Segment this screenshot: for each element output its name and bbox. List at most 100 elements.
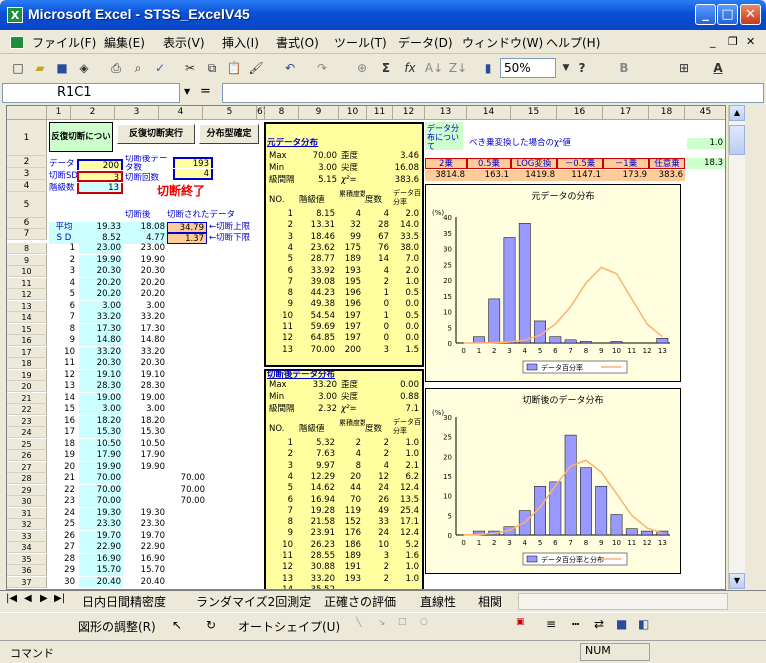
row-header[interactable]: 34 bbox=[7, 542, 47, 553]
sort-descending-icon[interactable]: Z↓ bbox=[448, 58, 468, 78]
row-header[interactable]: 32 bbox=[7, 519, 47, 530]
row-header[interactable]: 26 bbox=[7, 450, 47, 461]
vertical-scrollbar[interactable]: ▲ ▼ bbox=[728, 105, 745, 590]
menu-tools[interactable]: ツール(T) bbox=[334, 34, 387, 51]
row-header[interactable]: 18 bbox=[7, 358, 47, 369]
class-count-value[interactable]: 13 bbox=[77, 183, 123, 194]
autosum-icon[interactable]: Σ bbox=[376, 58, 396, 78]
new-icon[interactable]: □ bbox=[8, 58, 28, 78]
row-header[interactable]: 22 bbox=[7, 404, 47, 415]
save-icon[interactable]: ■ bbox=[52, 58, 72, 78]
last-sheet-icon[interactable]: ▶| bbox=[54, 593, 65, 604]
orig-dist-chart[interactable]: 元データの分布 (%) 0 5 10 15 20 25 30 35 40 0 1 2 3 4 5 6 7 8 9 10 11… bbox=[425, 184, 681, 382]
column-header-13[interactable]: 13 bbox=[425, 106, 467, 120]
copy-icon[interactable]: ⧉ bbox=[202, 58, 222, 78]
name-box[interactable]: R1C1 bbox=[2, 83, 180, 103]
raw-value[interactable]: 18.20 bbox=[79, 415, 123, 427]
tab-accuracy[interactable]: 正確さの評価 bbox=[324, 593, 396, 610]
column-header-9[interactable]: 9 bbox=[299, 106, 339, 120]
row-header[interactable]: 28 bbox=[7, 473, 47, 484]
row-header-5[interactable]: 5 bbox=[7, 192, 47, 218]
raw-value[interactable]: 3.00 bbox=[79, 404, 123, 415]
raw-value[interactable]: 16.90 bbox=[79, 553, 123, 565]
menu-data[interactable]: データ(D) bbox=[398, 34, 453, 51]
row-header[interactable]: 8 bbox=[7, 243, 47, 254]
row-header[interactable]: 25 bbox=[7, 438, 47, 450]
row-header-7[interactable]: 7 bbox=[7, 229, 47, 240]
raw-value[interactable]: 19.00 bbox=[79, 392, 123, 404]
raw-value[interactable]: 17.30 bbox=[79, 323, 123, 335]
select-all-corner[interactable] bbox=[7, 106, 47, 120]
column-header-5[interactable]: 5 bbox=[203, 106, 257, 120]
raw-value[interactable]: 70.00 bbox=[79, 496, 123, 507]
row-header-1[interactable]: 1 bbox=[7, 120, 47, 156]
row-header[interactable]: 15 bbox=[7, 323, 47, 335]
menu-view[interactable]: 表示(V) bbox=[163, 34, 205, 51]
cut-icon[interactable]: ✂ bbox=[180, 58, 200, 78]
dist-fix-button[interactable]: 分布型確定 bbox=[199, 124, 259, 144]
column-header-12[interactable]: 12 bbox=[393, 106, 425, 120]
raw-value[interactable]: 23.30 bbox=[79, 519, 123, 530]
undo-icon[interactable]: ↶ bbox=[280, 58, 300, 78]
data-count-value[interactable]: 200 bbox=[77, 159, 123, 170]
borders-icon[interactable]: ⊞ bbox=[674, 58, 694, 78]
raw-value[interactable]: 20.30 bbox=[79, 358, 123, 369]
scroll-thumb[interactable] bbox=[729, 125, 745, 155]
raw-value[interactable]: 19.70 bbox=[79, 530, 123, 542]
menu-window[interactable]: ウィンドウ(W) bbox=[462, 34, 543, 51]
raw-value[interactable]: 15.30 bbox=[79, 427, 123, 438]
row-header[interactable]: 36 bbox=[7, 565, 47, 576]
rotate-icon[interactable]: ↻ bbox=[206, 618, 216, 632]
zoom-select[interactable]: 50% bbox=[500, 58, 556, 78]
workbook-icon[interactable] bbox=[10, 36, 24, 49]
scroll-up-icon[interactable]: ▲ bbox=[729, 105, 745, 121]
minimize-button[interactable]: _ bbox=[695, 4, 716, 25]
formula-input[interactable] bbox=[222, 83, 764, 103]
column-header-15[interactable]: 15 bbox=[511, 106, 557, 120]
column-header-11[interactable]: 11 bbox=[367, 106, 393, 120]
doc-minimize-icon[interactable]: _ bbox=[710, 35, 716, 48]
column-header-678[interactable]: 678 bbox=[257, 106, 274, 120]
bold-icon[interactable]: B bbox=[614, 58, 634, 78]
horizontal-scrollbar[interactable] bbox=[518, 593, 728, 610]
doc-close-icon[interactable]: ✕ bbox=[746, 35, 755, 48]
row-header[interactable]: 12 bbox=[7, 289, 47, 300]
doc-restore-icon[interactable]: ❐ bbox=[728, 35, 738, 48]
raw-value[interactable]: 3.00 bbox=[79, 300, 123, 312]
tab-randomize[interactable]: ランダマイズ2回測定 bbox=[196, 593, 311, 610]
next-sheet-icon[interactable]: ▶ bbox=[40, 593, 48, 604]
sort-ascending-icon[interactable]: A↓ bbox=[424, 58, 444, 78]
draw-adjust-menu[interactable]: 図形の調整(R) bbox=[78, 618, 156, 635]
column-header-10[interactable]: 10 bbox=[339, 106, 367, 120]
raw-value[interactable]: 70.00 bbox=[79, 473, 123, 484]
raw-value[interactable]: 20.20 bbox=[79, 289, 123, 300]
line-icon[interactable]: ╲ bbox=[356, 618, 361, 628]
function-icon[interactable]: fx bbox=[400, 58, 420, 78]
row-header-4[interactable]: 4 bbox=[7, 180, 47, 192]
permission-icon[interactable]: ◈ bbox=[74, 58, 94, 78]
column-header-2[interactable]: 2 bbox=[71, 106, 115, 120]
oval-icon[interactable]: ○ bbox=[420, 617, 428, 627]
print-preview-icon[interactable]: ⌕ bbox=[128, 58, 148, 78]
raw-value[interactable]: 15.70 bbox=[79, 565, 123, 576]
raw-value[interactable]: 19.30 bbox=[79, 507, 123, 519]
select-arrow-icon[interactable]: ↖ bbox=[172, 618, 182, 632]
arrow-style-icon[interactable]: ⇄ bbox=[594, 617, 604, 631]
tab-correlation[interactable]: 相関 bbox=[478, 593, 502, 610]
row-header[interactable]: 35 bbox=[7, 553, 47, 565]
row-header[interactable]: 13 bbox=[7, 300, 47, 312]
column-header-3[interactable]: 3 bbox=[115, 106, 159, 120]
row-header[interactable]: 10 bbox=[7, 266, 47, 277]
shadow-icon[interactable]: ■ bbox=[616, 617, 627, 631]
raw-value[interactable]: 20.20 bbox=[79, 277, 123, 289]
row-header[interactable]: 9 bbox=[7, 254, 47, 266]
row-header-3[interactable]: 3 bbox=[7, 168, 47, 180]
row-header[interactable]: 23 bbox=[7, 415, 47, 427]
row-header[interactable]: 29 bbox=[7, 484, 47, 496]
first-sheet-icon[interactable]: |◀ bbox=[6, 593, 17, 604]
raw-value[interactable]: 20.40 bbox=[79, 576, 123, 588]
row-header[interactable]: 20 bbox=[7, 381, 47, 392]
raw-value[interactable]: 19.90 bbox=[79, 461, 123, 473]
raw-value[interactable]: 22.90 bbox=[79, 542, 123, 553]
dash-style-icon[interactable]: ┅ bbox=[572, 617, 579, 631]
